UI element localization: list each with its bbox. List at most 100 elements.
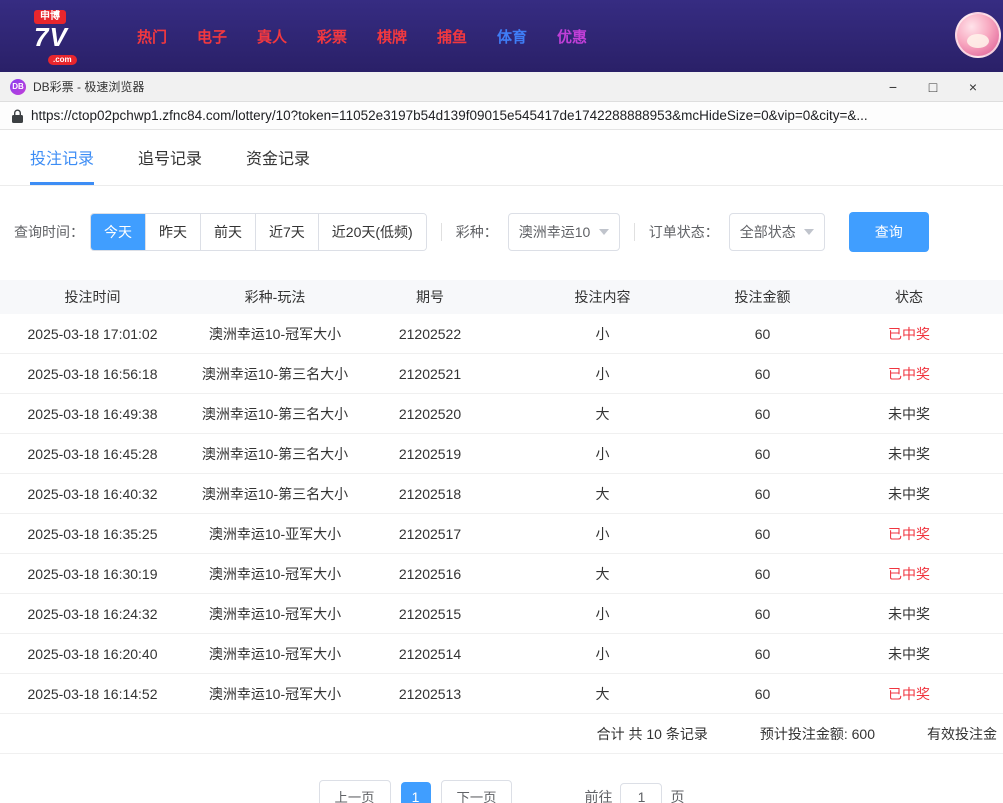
nav-item-slots[interactable]: 电子 xyxy=(182,26,242,47)
goto-page-group: 前往 页 xyxy=(584,782,685,803)
nav-item-sports[interactable]: 体育 xyxy=(482,26,542,47)
bet-amount: 60 xyxy=(754,445,771,462)
time-option-today[interactable]: 今天 xyxy=(91,214,145,250)
record-tabs: 投注记录 追号记录 资金记录 xyxy=(0,130,1003,186)
bet-amount: 60 xyxy=(754,325,771,342)
bet-amount: 60 xyxy=(754,645,771,662)
status-cell: 已中奖 xyxy=(888,685,930,702)
status-filter-label: 订单状态： xyxy=(648,224,719,240)
tab-fund-records[interactable]: 资金记录 xyxy=(246,145,310,185)
header-issue: 期号 xyxy=(416,289,444,305)
bet-content: 小 xyxy=(595,365,610,382)
time-option-daybefore[interactable]: 前天 xyxy=(200,214,255,250)
bet-content: 小 xyxy=(595,645,610,662)
app-favicon-icon: DB xyxy=(10,78,26,95)
game-play: 澳洲幸运10-冠军大小 xyxy=(208,325,342,342)
url-text[interactable]: https://ctop02pchwp1.zfnc84.com/lottery/… xyxy=(31,108,868,123)
table-row: 2025-03-18 16:35:25 澳洲幸运10-亚军大小 21202517… xyxy=(0,514,1003,554)
bet-time: 2025-03-18 16:20:40 xyxy=(27,645,158,662)
bet-time: 2025-03-18 17:01:02 xyxy=(27,325,158,342)
order-status-select[interactable]: 全部状态 xyxy=(728,213,825,251)
issue: 21202519 xyxy=(398,445,462,462)
browser-window: 申博 7V .com 热门 电子 真人 彩票 棋牌 捕鱼 体育 优惠 DB DB… xyxy=(0,0,1003,803)
game-play: 澳洲幸运10-冠军大小 xyxy=(208,685,342,702)
current-page-button[interactable]: 1 xyxy=(400,781,431,803)
time-option-20days[interactable]: 近20天(低频) xyxy=(317,214,426,250)
time-option-yesterday[interactable]: 昨天 xyxy=(145,214,200,250)
game-play: 澳洲幸运10-第三名大小 xyxy=(201,405,349,422)
nav-item-cards[interactable]: 棋牌 xyxy=(362,26,422,47)
nav-item-fishing[interactable]: 捕鱼 xyxy=(422,26,482,47)
status-cell: 已中奖 xyxy=(888,365,930,382)
time-option-7days[interactable]: 近7天 xyxy=(255,214,318,250)
issue: 21202521 xyxy=(398,365,462,382)
window-titlebar: DB DB彩票 - 极速浏览器 − □ × xyxy=(0,72,1003,102)
lottery-select[interactable]: 澳洲幸运10 xyxy=(507,213,620,251)
bet-content: 大 xyxy=(595,685,610,702)
lottery-select-value: 澳洲幸运10 xyxy=(518,224,591,240)
bet-amount: 60 xyxy=(754,525,771,542)
goto-page-input[interactable] xyxy=(620,782,663,803)
bet-content: 大 xyxy=(595,405,610,422)
table-row: 2025-03-18 16:40:32 澳洲幸运10-第三名大小 2120251… xyxy=(0,474,1003,514)
bet-time: 2025-03-18 16:24:32 xyxy=(27,605,158,622)
issue: 21202518 xyxy=(398,485,462,502)
status-cell: 未中奖 xyxy=(888,445,930,462)
bet-time: 2025-03-18 16:49:38 xyxy=(27,405,158,422)
nav-item-promo[interactable]: 优惠 xyxy=(542,26,602,47)
issue: 21202514 xyxy=(398,645,462,662)
issue: 21202522 xyxy=(398,325,462,342)
bet-content: 小 xyxy=(595,605,610,622)
prev-page-button[interactable]: 上一页 xyxy=(318,780,391,803)
bet-time: 2025-03-18 16:45:28 xyxy=(27,445,158,462)
status-cell: 未中奖 xyxy=(888,605,930,622)
close-icon[interactable]: × xyxy=(953,79,993,95)
site-top-nav: 申博 7V .com 热门 电子 真人 彩票 棋牌 捕鱼 体育 优惠 xyxy=(0,0,1003,72)
header-game-play: 彩种-玩法 xyxy=(244,289,306,305)
bet-amount: 60 xyxy=(754,605,771,622)
site-nav-menu: 热门 电子 真人 彩票 棋牌 捕鱼 体育 优惠 xyxy=(122,26,602,47)
game-play: 澳洲幸运10-第三名大小 xyxy=(201,485,349,502)
address-bar[interactable]: https://ctop02pchwp1.zfnc84.com/lottery/… xyxy=(0,102,1003,130)
bet-content: 大 xyxy=(595,485,610,502)
table-row: 2025-03-18 16:56:18 澳洲幸运10-第三名大小 2120252… xyxy=(0,354,1003,394)
chevron-down-icon xyxy=(803,229,814,235)
bet-amount: 60 xyxy=(754,565,771,582)
table-row: 2025-03-18 16:49:38 澳洲幸运10-第三名大小 2120252… xyxy=(0,394,1003,434)
issue: 21202513 xyxy=(398,685,462,702)
issue: 21202517 xyxy=(398,525,462,542)
user-avatar[interactable] xyxy=(955,12,1001,58)
summary-expected-amount: 预计投注金额: 600 xyxy=(759,725,875,742)
bet-time: 2025-03-18 16:40:32 xyxy=(27,485,158,502)
lock-icon xyxy=(12,109,23,123)
pagination: 上一页 1 下一页 前往 页 xyxy=(0,780,1003,803)
site-logo[interactable]: 申博 7V .com xyxy=(34,7,98,66)
nav-item-lottery[interactable]: 彩票 xyxy=(302,26,362,47)
issue: 21202520 xyxy=(398,405,462,422)
filter-bar: 查询时间： 今天 昨天 前天 近7天 近20天(低频) 彩种： 澳洲幸运10 订… xyxy=(0,186,1003,280)
next-page-button[interactable]: 下一页 xyxy=(440,780,513,803)
bet-amount: 60 xyxy=(754,685,771,702)
page-suffix-label: 页 xyxy=(670,788,685,803)
bet-content: 大 xyxy=(595,565,610,582)
table-row: 2025-03-18 16:30:19 澳洲幸运10-冠军大小 21202516… xyxy=(0,554,1003,594)
table-row: 2025-03-18 17:01:02 澳洲幸运10-冠军大小 21202522… xyxy=(0,314,1003,354)
bet-time: 2025-03-18 16:30:19 xyxy=(27,565,158,582)
nav-item-hot[interactable]: 热门 xyxy=(122,26,182,47)
bet-records-table: 投注时间 彩种-玩法 期号 投注内容 投注金额 状态 2025-03-18 17… xyxy=(0,280,1003,714)
tab-chase-records[interactable]: 追号记录 xyxy=(138,145,202,185)
bet-time: 2025-03-18 16:56:18 xyxy=(27,365,158,382)
bet-content: 小 xyxy=(595,325,610,342)
tab-bet-records[interactable]: 投注记录 xyxy=(30,145,95,185)
status-cell: 已中奖 xyxy=(888,565,930,582)
search-button[interactable]: 查询 xyxy=(848,212,929,252)
table-row: 2025-03-18 16:14:52 澳洲幸运10-冠军大小 21202513… xyxy=(0,674,1003,714)
table-row: 2025-03-18 16:24:32 澳洲幸运10-冠军大小 21202515… xyxy=(0,594,1003,634)
maximize-icon[interactable]: □ xyxy=(913,79,953,95)
minimize-icon[interactable]: − xyxy=(873,79,913,95)
status-cell: 未中奖 xyxy=(888,485,930,502)
nav-item-live[interactable]: 真人 xyxy=(242,26,302,47)
bet-content: 小 xyxy=(595,445,610,462)
bet-amount: 60 xyxy=(754,405,771,422)
header-bet-time: 投注时间 xyxy=(64,289,121,305)
